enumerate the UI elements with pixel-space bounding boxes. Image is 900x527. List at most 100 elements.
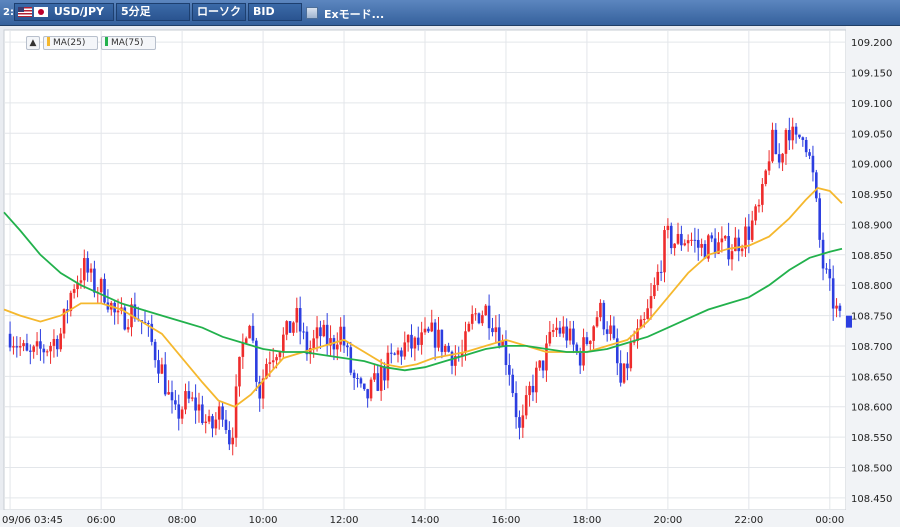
candle-body	[551, 330, 555, 332]
candle-body	[811, 155, 815, 173]
legend-collapse-button[interactable]: ▲	[26, 36, 40, 50]
candle-body	[204, 421, 208, 424]
candle-body	[818, 198, 821, 240]
candle-body	[214, 419, 218, 429]
candle-body	[784, 129, 788, 154]
candle-body	[602, 302, 606, 330]
candle-body	[535, 367, 538, 393]
candle-body	[437, 329, 440, 348]
last-price-marker	[846, 315, 852, 328]
candle-body	[599, 302, 602, 318]
candle-body	[18, 346, 22, 348]
candle-body	[248, 325, 251, 339]
candle-body	[72, 289, 76, 293]
candle-body	[538, 360, 541, 368]
price-tick-label: 108.750	[851, 312, 892, 323]
candle-body	[251, 325, 255, 341]
ma75-swatch-icon	[105, 37, 108, 46]
candle-body	[612, 325, 616, 339]
candle-body	[514, 393, 518, 418]
candle-body	[578, 352, 582, 366]
candle-body	[359, 378, 363, 384]
time-tick-label: 09/06 03:45	[2, 515, 63, 526]
price-side-selector[interactable]: BID	[248, 3, 302, 21]
jp-flag-icon	[34, 7, 48, 17]
candle-body	[548, 331, 552, 344]
price-tick-label: 108.800	[851, 281, 892, 292]
candle-body	[356, 377, 359, 379]
chart-style-selector[interactable]: ローソク	[192, 3, 246, 21]
candle-body	[646, 308, 649, 319]
candle-body	[39, 341, 42, 349]
candle-body	[160, 364, 164, 374]
candle-body	[49, 345, 52, 352]
time-tick-label: 20:00	[653, 515, 682, 526]
time-tick-label: 16:00	[492, 515, 521, 526]
candle-body	[588, 340, 592, 345]
candle-body	[700, 243, 703, 248]
candle-body	[828, 268, 832, 279]
candle-body	[295, 308, 299, 323]
candle-body	[153, 341, 157, 361]
candle-body	[761, 184, 764, 205]
candle-body	[656, 271, 660, 286]
candle-body	[89, 268, 93, 273]
candle-body	[747, 226, 751, 240]
candle-body	[666, 225, 670, 231]
symbol-selector[interactable]: USD/JPY	[14, 3, 114, 21]
candle-body	[528, 385, 531, 396]
candle-body	[312, 338, 315, 349]
candle-body	[335, 344, 339, 350]
candle-body	[487, 305, 491, 329]
candle-body	[174, 400, 177, 405]
candle-body	[653, 285, 656, 297]
candle-body	[443, 345, 447, 352]
price-tick-label: 109.100	[851, 99, 892, 110]
legend-item-ma25[interactable]: MA(25)	[43, 36, 98, 50]
candle-body	[268, 362, 272, 364]
candle-body	[302, 331, 305, 333]
candlestick-chart[interactable]: 108.450 108.500 108.550 108.600 108.650 108.7…	[0, 26, 900, 527]
candle-body	[383, 366, 386, 381]
candle-body	[767, 161, 771, 171]
ma25-swatch-icon	[47, 37, 50, 46]
candle-body	[29, 350, 32, 352]
ex-mode-checkbox[interactable]	[306, 7, 318, 19]
candle-body	[184, 391, 187, 410]
price-tick-label: 109.050	[851, 129, 892, 140]
timeframe-selector[interactable]: 5分足	[116, 3, 190, 21]
candle-body	[369, 379, 373, 399]
candle-body	[781, 153, 784, 163]
candle-body	[605, 329, 609, 334]
candle-body	[352, 372, 356, 378]
candle-body	[585, 337, 589, 345]
price-tick-label: 108.500	[851, 463, 892, 474]
chart-index: 2:	[3, 7, 14, 18]
candle-body	[642, 318, 646, 320]
candle-body	[8, 333, 12, 348]
candle-body	[275, 357, 278, 361]
candle-body	[45, 351, 49, 353]
candle-body	[234, 386, 238, 438]
symbol-label: USD/JPY	[53, 5, 104, 18]
candle-body	[764, 170, 768, 185]
candle-body	[211, 416, 214, 429]
candle-body	[190, 397, 194, 399]
candle-body	[403, 342, 407, 357]
candle-body	[42, 348, 46, 353]
candle-body	[808, 152, 811, 156]
price-tick-label: 108.700	[851, 342, 892, 353]
candle-body	[477, 313, 481, 324]
ex-mode-label[interactable]: Exモード...	[324, 6, 384, 22]
legend-item-ma75[interactable]: MA(75)	[101, 36, 156, 50]
candle-body	[673, 243, 676, 249]
candle-body	[470, 314, 474, 324]
candle-body	[423, 328, 427, 333]
candle-body	[481, 315, 484, 324]
candle-body	[177, 404, 181, 419]
candle-body	[322, 324, 326, 337]
candle-body	[170, 392, 174, 401]
candle-body	[346, 345, 349, 348]
candle-body	[629, 342, 633, 369]
candle-body	[680, 233, 683, 246]
